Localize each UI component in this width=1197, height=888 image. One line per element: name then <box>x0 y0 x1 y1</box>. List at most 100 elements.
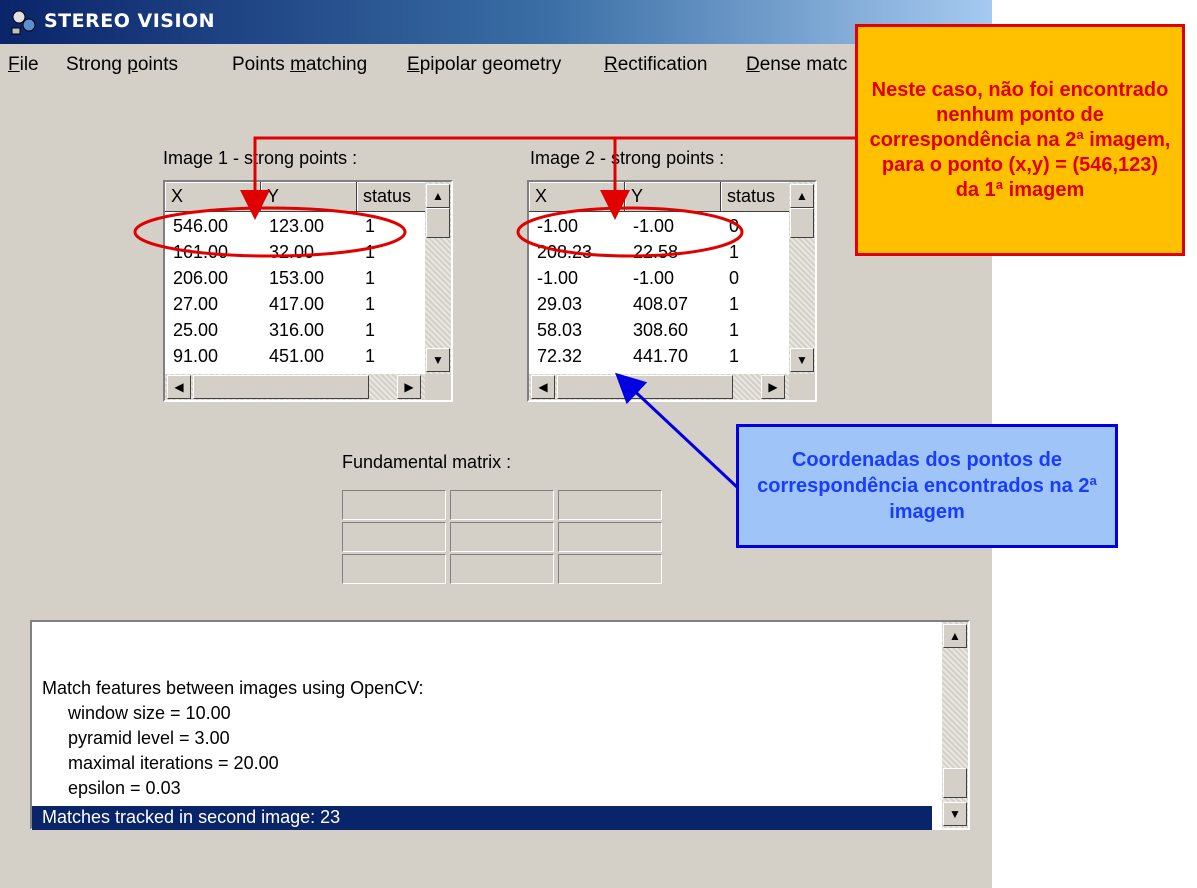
table-cell: 208.23 <box>537 242 593 262</box>
table-row[interactable]: 58.03 308.60 1 <box>529 320 791 342</box>
menu-bar: File Strong points Points matching Epipolar… <box>0 54 992 84</box>
matrix-cell <box>558 522 662 552</box>
image2-points-list[interactable]: X Ystatus -1.00 -1.00 0 208.23 22.58 1 -1.00 -1.0… <box>527 180 817 402</box>
table-cell: 27.00 <box>173 294 219 314</box>
table-cell: 0 <box>729 216 740 236</box>
scroll-thumb[interactable] <box>557 375 733 399</box>
table-cell: 316.00 <box>269 320 325 340</box>
table-cell: 72.32 <box>537 346 583 366</box>
scroll-down-icon[interactable]: ▼ <box>426 348 450 372</box>
matrix-cell <box>450 490 554 520</box>
table-cell: 0 <box>729 268 740 288</box>
log-selected-text: Matches tracked in second image: 23 <box>42 807 341 827</box>
matrix-cell <box>450 522 554 552</box>
log-line: epsilon = 0.03 <box>68 778 181 798</box>
scroll-down-icon[interactable]: ▼ <box>943 802 967 826</box>
scroll-up-icon[interactable]: ▲ <box>943 624 967 648</box>
matrix-cell <box>558 490 662 520</box>
scroll-right-icon[interactable]: ▶ <box>397 375 421 399</box>
vertical-scrollbar[interactable]: ▲ ▼ <box>789 182 815 374</box>
table-cell: 1 <box>729 346 740 366</box>
matrix-cell <box>342 522 446 552</box>
table-cell: 308.60 <box>633 320 689 340</box>
column-header-0[interactable]: X <box>529 182 625 212</box>
table-cell: 25.00 <box>173 320 219 340</box>
menu-item-3[interactable]: Epipolar geometry <box>407 54 561 76</box>
scroll-thumb[interactable] <box>790 208 814 238</box>
table-row[interactable]: 25.00 316.00 1 <box>165 320 427 342</box>
table-cell: 32.00 <box>269 242 315 262</box>
menu-item-5[interactable]: Dense matc <box>746 54 847 76</box>
table-cell: 161.00 <box>173 242 229 262</box>
scroll-thumb[interactable] <box>426 208 450 238</box>
table-row[interactable]: 27.00 417.00 1 <box>165 294 427 316</box>
log-line: pyramid level = 3.00 <box>68 728 230 748</box>
table-cell: 58.03 <box>537 320 583 340</box>
column-header-2[interactable]: status <box>357 182 427 212</box>
table-cell: 1 <box>729 294 740 314</box>
window-title: STEREO VISION <box>44 10 216 32</box>
scroll-thumb[interactable] <box>943 768 967 798</box>
table-row[interactable]: 161.00 32.00 1 <box>165 242 427 264</box>
column-header-1[interactable]: Y <box>625 182 721 212</box>
menu-item-0[interactable]: File <box>8 54 39 76</box>
table-cell: 22.58 <box>633 242 679 262</box>
scroll-left-icon[interactable]: ◀ <box>531 375 555 399</box>
log-line: maximal iterations = 20.00 <box>68 753 279 773</box>
scroll-down-icon[interactable]: ▼ <box>790 348 814 372</box>
table-row[interactable]: 72.32 441.70 1 <box>529 346 791 368</box>
table-row[interactable]: 29.03 408.07 1 <box>529 294 791 316</box>
table-cell: 417.00 <box>269 294 325 314</box>
menu-item-1[interactable]: Strong points <box>66 54 178 76</box>
table-cell: 1 <box>365 294 376 314</box>
table-cell: 1 <box>365 346 376 366</box>
matrix-cell <box>342 490 446 520</box>
image1-header: X Ystatus <box>165 182 427 212</box>
menu-item-4[interactable]: Rectification <box>604 54 708 76</box>
table-row[interactable]: 546.00 123.00 1 <box>165 216 427 238</box>
fundamental-matrix-label: Fundamental matrix : <box>342 452 512 472</box>
table-cell: -1.00 <box>537 268 579 288</box>
matrix-cell <box>558 554 662 584</box>
table-row[interactable]: 208.23 22.58 1 <box>529 242 791 264</box>
log-vertical-scrollbar[interactable]: ▲ ▼ <box>942 622 968 828</box>
scroll-thumb[interactable] <box>193 375 369 399</box>
scroll-left-icon[interactable]: ◀ <box>167 375 191 399</box>
log-line: window size = 10.00 <box>68 703 231 723</box>
table-cell: 441.70 <box>633 346 689 366</box>
table-cell: -1.00 <box>633 268 675 288</box>
annotation-no-match-note: Neste caso, não foi encontrado nenhum po… <box>855 24 1185 256</box>
vertical-scrollbar[interactable]: ▲ ▼ <box>425 182 451 374</box>
column-header-1[interactable]: Y <box>261 182 357 212</box>
column-header-0[interactable]: X <box>165 182 261 212</box>
menu-item-2[interactable]: Points matching <box>232 54 367 76</box>
log-output[interactable]: Match features between images using Open… <box>30 620 970 830</box>
table-row[interactable]: 206.00 153.00 1 <box>165 268 427 290</box>
table-cell: 1 <box>729 320 740 340</box>
table-row[interactable]: -1.00 -1.00 0 <box>529 268 791 290</box>
table-cell: 29.03 <box>537 294 583 314</box>
table-cell: 123.00 <box>269 216 325 236</box>
table-cell: 451.00 <box>269 346 325 366</box>
scroll-corner <box>425 374 451 400</box>
scroll-up-icon[interactable]: ▲ <box>790 184 814 208</box>
log-selected-line[interactable]: Matches tracked in second image: 23 <box>32 806 932 830</box>
image2-header: X Ystatus <box>529 182 791 212</box>
matrix-cell <box>450 554 554 584</box>
column-header-2[interactable]: status <box>721 182 791 212</box>
table-row[interactable]: -1.00 -1.00 0 <box>529 216 791 238</box>
scroll-corner <box>789 374 815 400</box>
table-cell: -1.00 <box>537 216 579 236</box>
image1-points-list[interactable]: X Ystatus 546.00 123.00 1 161.00 32.00 1 206.00 1… <box>163 180 453 402</box>
scroll-up-icon[interactable]: ▲ <box>426 184 450 208</box>
table-cell: -1.00 <box>633 216 675 236</box>
scroll-right-icon[interactable]: ▶ <box>761 375 785 399</box>
table-cell: 546.00 <box>173 216 229 236</box>
matrix-cell <box>342 554 446 584</box>
horizontal-scrollbar[interactable]: ◀ ▶ <box>165 374 451 400</box>
table-cell: 408.07 <box>633 294 689 314</box>
log-line: Match features between images using Open… <box>42 678 424 698</box>
image2-label: Image 2 - strong points : <box>530 148 725 168</box>
table-row[interactable]: 91.00 451.00 1 <box>165 346 427 368</box>
horizontal-scrollbar[interactable]: ◀ ▶ <box>529 374 815 400</box>
